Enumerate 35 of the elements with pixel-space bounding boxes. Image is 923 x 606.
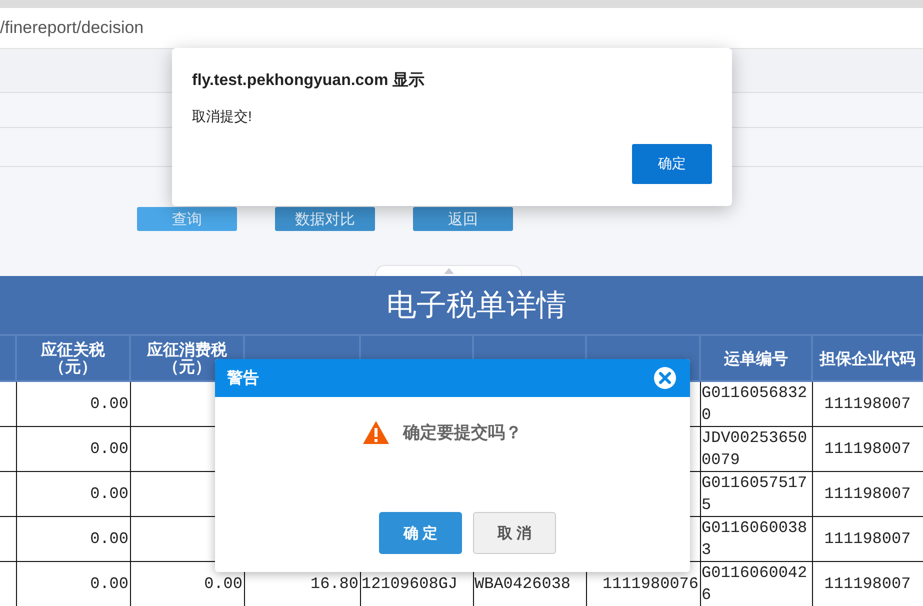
table-cell: 0.00 [16, 472, 130, 516]
table-cell: 0.00 [16, 381, 130, 426]
column-header: 应征关税（元） [40, 341, 106, 375]
table-cell: 111198007 [812, 426, 923, 472]
table-cell: JDV002536500079 [700, 426, 812, 472]
table-cell: G01160568320 [700, 381, 812, 426]
table-cell: 0.00 [16, 516, 130, 562]
table-cell: G01160600426 [700, 562, 812, 606]
dialog-message: 确定要提交吗？ [403, 422, 522, 444]
column-header: 担保企业代码 [820, 348, 916, 368]
close-icon[interactable] [653, 366, 677, 390]
report-title: 电子税单详情 [386, 286, 566, 324]
table-cell: 0.00 [16, 562, 130, 606]
dialog-button[interactable]: 确 定 [379, 512, 462, 554]
column-header: 运单编号 [724, 348, 788, 368]
dialog-title: 警告 [227, 368, 259, 388]
table-cell: 111198007 [812, 381, 923, 426]
warning-icon [363, 421, 389, 444]
table-cell: 0.00 [16, 426, 130, 472]
table-cell: G01160575175 [700, 472, 812, 516]
ok-button[interactable]: 确定 [632, 144, 712, 184]
toolbar-button[interactable]: 数据对比 [275, 207, 375, 231]
toolbar-button[interactable]: 返回 [413, 207, 513, 231]
dialog-button[interactable]: 取 消 [473, 512, 556, 554]
table-cell: 0.00 [130, 562, 244, 606]
table-cell: 111198007 [812, 562, 923, 606]
caret-icon [444, 268, 454, 274]
toolbar-button[interactable]: 查询 [137, 207, 237, 231]
table-cell: 111198007 [812, 516, 923, 562]
table-cell: G01160600383 [700, 516, 812, 562]
table-cell: 111198007 [812, 472, 923, 516]
alert-message: 取消提交! [192, 108, 253, 126]
address-text[interactable]: /finereport/decision [0, 18, 144, 38]
column-header: 应征消费税（元） [146, 341, 227, 375]
alert-title: fly.test.pekhongyuan.com 显示 [192, 71, 426, 91]
